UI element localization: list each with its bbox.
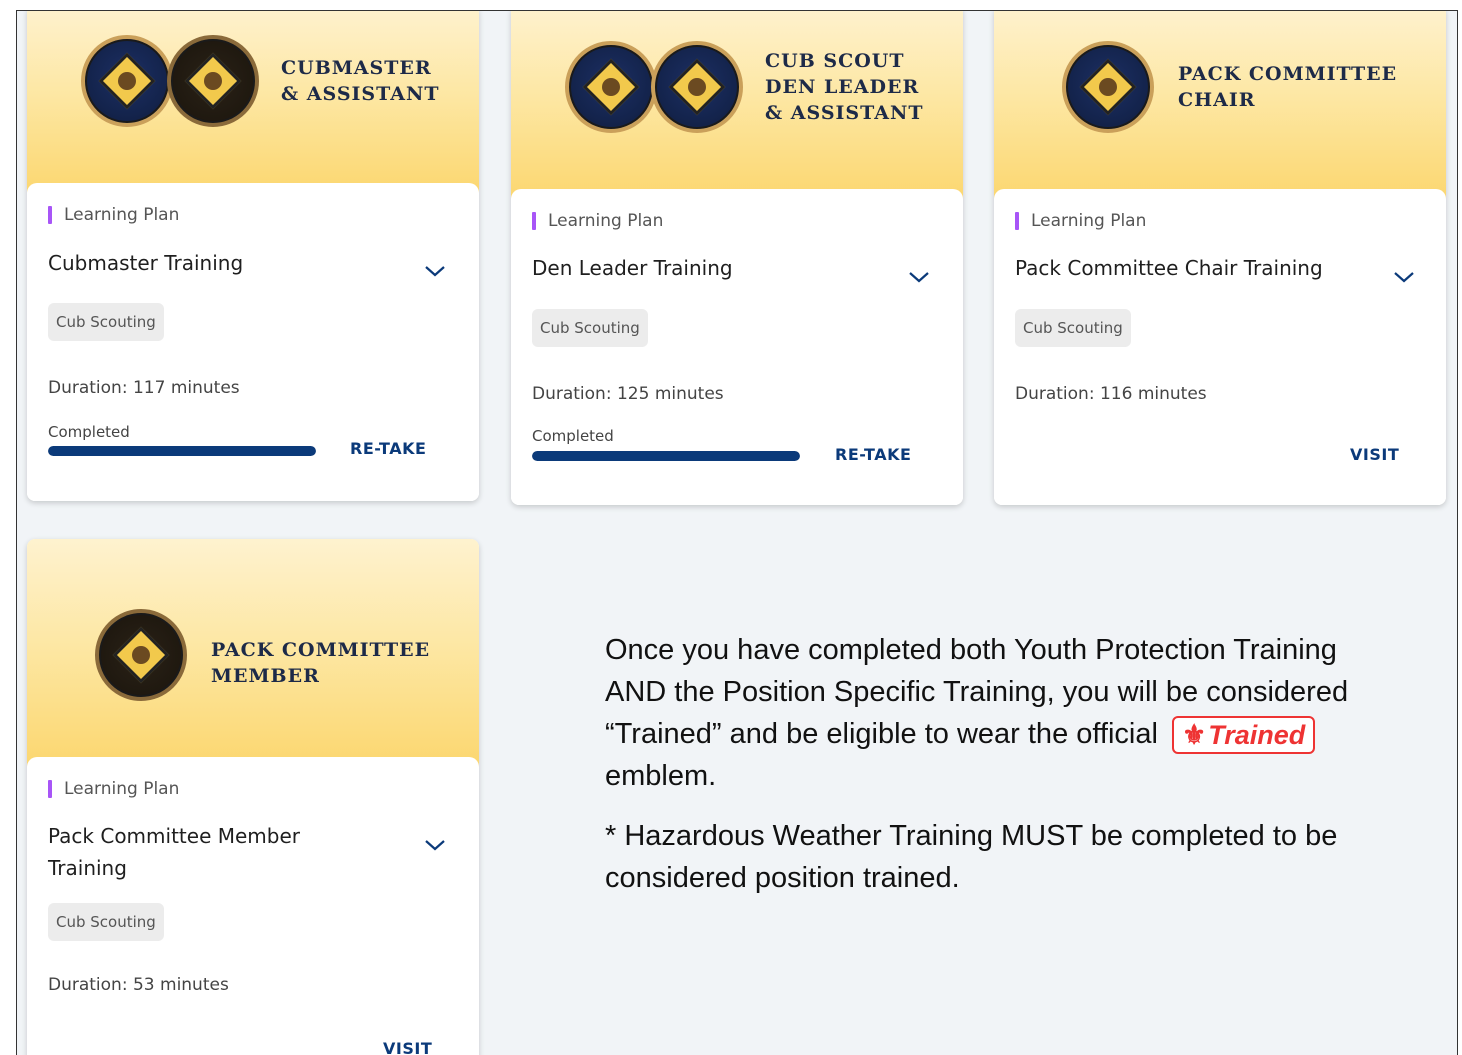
course-title[interactable]: Pack Committee Member Training [48, 820, 300, 884]
banner-title: CUB SCOUT DEN LEADER & ASSISTANT [765, 50, 924, 124]
course-title[interactable]: Den Leader Training [532, 252, 733, 284]
banner-title: PACK COMMITTEE CHAIR [1178, 63, 1398, 111]
banner-title: PACK COMMITTEE MEMBER [211, 639, 431, 687]
learning-plan-label: Learning Plan [48, 205, 179, 225]
assistant-cubmaster-patch-icon [167, 35, 259, 127]
den-leader-patch-icon [565, 41, 657, 133]
card-banner: CUBMASTER & ASSISTANT [27, 11, 479, 205]
learning-plan-label: Learning Plan [532, 211, 663, 231]
learning-plan-label: Learning Plan [48, 779, 179, 799]
card-body: Learning Plan Cubmaster Training Cub Sco… [27, 183, 479, 501]
accent-bar [48, 206, 52, 224]
training-card-pack-committee-chair[interactable]: PACK COMMITTEE CHAIR Learning Plan Pack … [994, 11, 1446, 505]
status-text: Completed [532, 427, 614, 445]
progress-bar [48, 446, 316, 456]
category-tag: Cub Scouting [48, 303, 164, 341]
training-catalog: CUBMASTER & ASSISTANT Learning Plan Cubm… [16, 10, 1458, 1055]
card-banner: PACK COMMITTEE CHAIR [994, 11, 1446, 211]
card-banner: CUB SCOUT DEN LEADER & ASSISTANT [511, 11, 963, 211]
progress-fill [532, 451, 800, 461]
pack-committee-chairman-patch-icon [1062, 41, 1154, 133]
visit-button[interactable]: VISIT [1350, 445, 1399, 464]
duration-text: Duration: 125 minutes [532, 384, 724, 404]
chevron-down-icon[interactable] [423, 263, 447, 279]
trained-paragraph: Once you have completed both Youth Prote… [605, 634, 1349, 792]
category-tag: Cub Scouting [48, 903, 164, 941]
training-card-pack-committee-member[interactable]: PACK COMMITTEE MEMBER Learning Plan Pack… [27, 539, 479, 1055]
category-tag: Cub Scouting [1015, 309, 1131, 347]
course-title[interactable]: Cubmaster Training [48, 247, 243, 279]
assistant-den-leader-patch-icon [651, 41, 743, 133]
duration-text: Duration: 117 minutes [48, 378, 240, 398]
visit-button[interactable]: VISIT [383, 1039, 432, 1055]
learning-plan-label: Learning Plan [1015, 211, 1146, 231]
training-card-den-leader[interactable]: CUB SCOUT DEN LEADER & ASSISTANT Learnin… [511, 11, 963, 505]
duration-text: Duration: 53 minutes [48, 975, 229, 995]
hazardous-weather-note: * Hazardous Weather Training MUST be com… [605, 820, 1338, 894]
card-banner: PACK COMMITTEE MEMBER [27, 539, 479, 779]
trained-emblem: ⚜ Trained [1172, 716, 1316, 755]
progress-fill [48, 446, 316, 456]
card-body: Learning Plan Den Leader Training Cub Sc… [511, 189, 963, 505]
retake-button[interactable]: RE-TAKE [350, 439, 426, 458]
training-info-text: Once you have completed both Youth Prote… [605, 629, 1365, 899]
cubmaster-patch-icon [81, 35, 173, 127]
fleur-de-lis-icon: ⚜ [1182, 720, 1207, 751]
accent-bar [48, 780, 52, 798]
training-card-cubmaster[interactable]: CUBMASTER & ASSISTANT Learning Plan Cubm… [27, 11, 479, 501]
duration-text: Duration: 116 minutes [1015, 384, 1207, 404]
status-text: Completed [48, 423, 130, 441]
course-title[interactable]: Pack Committee Chair Training [1015, 252, 1323, 284]
accent-bar [1015, 212, 1019, 230]
category-tag: Cub Scouting [532, 309, 648, 347]
accent-bar [532, 212, 536, 230]
progress-bar [532, 451, 800, 461]
retake-button[interactable]: RE-TAKE [835, 445, 911, 464]
chevron-down-icon[interactable] [907, 269, 931, 285]
pack-committee-patch-icon [95, 609, 187, 701]
banner-title: CUBMASTER & ASSISTANT [281, 57, 440, 105]
chevron-down-icon[interactable] [1392, 269, 1416, 285]
chevron-down-icon[interactable] [423, 837, 447, 853]
card-body: Learning Plan Pack Committee Chair Train… [994, 189, 1446, 505]
card-body: Learning Plan Pack Committee Member Trai… [27, 757, 479, 1055]
